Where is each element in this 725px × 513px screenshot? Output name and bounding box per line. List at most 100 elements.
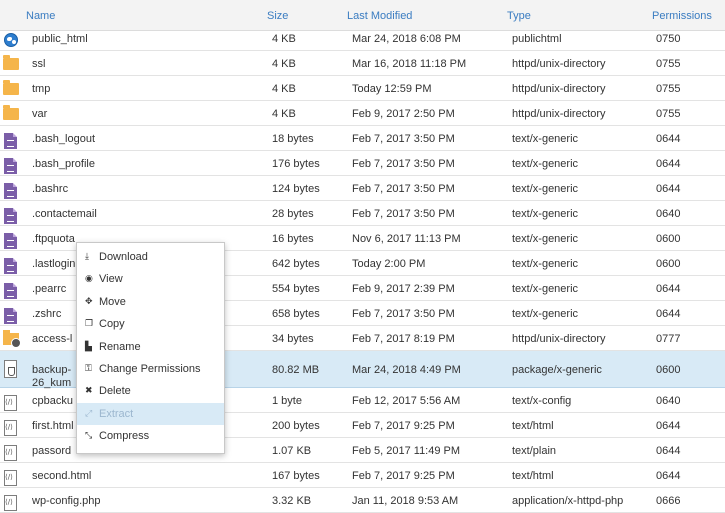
file-permissions: 0644 xyxy=(656,308,681,320)
file-size: 80.82 MB xyxy=(272,364,320,376)
file-row[interactable]: .bash_profile 176 bytes Feb 7, 2017 3:50 P… xyxy=(0,151,725,176)
code-file-icon xyxy=(4,420,17,436)
document-icon xyxy=(4,208,17,224)
file-permissions: 0644 xyxy=(656,183,681,195)
column-header-name[interactable]: Name xyxy=(26,10,55,22)
file-modified: Feb 7, 2017 3:50 PM xyxy=(352,183,455,195)
document-icon xyxy=(4,258,17,274)
file-row[interactable]: second.html 167 bytes Feb 7, 2017 9:25 PM t… xyxy=(0,463,725,488)
context-menu-item-label: Extract xyxy=(99,407,134,420)
file-modified: Jan 11, 2018 9:53 AM xyxy=(352,495,459,507)
context-menu-item-label: Copy xyxy=(99,318,125,331)
file-permissions: 0666 xyxy=(656,495,681,507)
column-header-permissions[interactable]: Permissions xyxy=(652,10,712,22)
folder-icon xyxy=(3,55,19,70)
context-menu-item-copy[interactable]: ❐ Copy xyxy=(77,313,224,335)
context-menu-item-rename[interactable]: ▙ Rename xyxy=(77,336,224,358)
context-menu-item-label: Rename xyxy=(99,340,141,353)
file-row[interactable]: var 4 KB Feb 9, 2017 2:50 PM httpd/unix-dir… xyxy=(0,101,725,126)
move-icon: ✥ xyxy=(85,296,93,307)
file-type: httpd/unix-directory xyxy=(512,58,606,70)
extract-icon: ⤢ xyxy=(85,408,93,419)
file-name: cpbacku xyxy=(32,395,73,407)
file-size: 658 bytes xyxy=(272,308,320,320)
file-name: .bash_profile xyxy=(32,158,95,170)
compress-icon: ⤡ xyxy=(85,431,93,442)
file-modified: Mar 24, 2018 6:08 PM xyxy=(352,33,461,45)
file-row[interactable]: tmp 4 KB Today 12:59 PM httpd/unix-director… xyxy=(0,76,725,101)
file-type: text/plain xyxy=(512,445,557,457)
context-menu-item-delete[interactable]: ✖ Delete xyxy=(77,380,224,402)
file-modified: Feb 7, 2017 8:19 PM xyxy=(352,333,455,345)
file-modified: Today 12:59 PM xyxy=(352,83,432,95)
file-type: httpd/unix-directory xyxy=(512,108,606,120)
file-name: .ftpquota xyxy=(32,233,75,245)
file-modified: Feb 9, 2017 2:39 PM xyxy=(352,283,455,295)
context-menu-item-label: Compress xyxy=(99,430,150,443)
file-type: text/x-generic xyxy=(512,133,579,145)
delete-icon: ✖ xyxy=(85,386,93,397)
file-modified: Mar 24, 2018 4:49 PM xyxy=(352,364,461,376)
file-name: tmp xyxy=(32,83,51,95)
file-row[interactable]: .bashrc 124 bytes Feb 7, 2017 3:50 PM text/… xyxy=(0,176,725,201)
context-menu-item-move[interactable]: ✥ Move xyxy=(77,291,224,313)
document-icon xyxy=(4,158,17,174)
column-header-last-modified[interactable]: Last Modified xyxy=(347,10,412,22)
context-menu-item-label: Move xyxy=(99,295,126,308)
document-icon xyxy=(4,183,17,199)
file-name: .pearrc xyxy=(32,283,67,295)
package-icon xyxy=(4,360,17,378)
context-menu-item-view[interactable]: ◉ View xyxy=(77,268,224,290)
file-size: 28 bytes xyxy=(272,208,314,220)
file-size: 4 KB xyxy=(272,108,296,120)
context-menu-item-compress[interactable]: ⤡ Compress xyxy=(77,425,224,447)
folder-icon xyxy=(3,105,19,120)
file-permissions: 0644 xyxy=(656,470,681,482)
file-type: application/x-httpd-php xyxy=(512,495,624,507)
file-size: 34 bytes xyxy=(272,333,314,345)
context-menu-item-extract[interactable]: ⤢ Extract xyxy=(77,402,224,426)
file-size: 4 KB xyxy=(272,33,296,45)
file-row[interactable]: wp-config.php 3.32 KB Jan 11, 2018 9:53 AM… xyxy=(0,488,725,513)
globe-icon xyxy=(4,33,18,47)
context-menu-item-download[interactable]: ⤓ Download xyxy=(77,246,224,268)
file-type: package/x-generic xyxy=(512,364,602,376)
file-size: 3.32 KB xyxy=(272,495,312,507)
file-permissions: 0777 xyxy=(656,333,681,345)
file-size: 4 KB xyxy=(272,83,296,95)
file-permissions: 0640 xyxy=(656,208,681,220)
file-name: .zshrc xyxy=(32,308,62,320)
rename-icon: ▙ xyxy=(85,341,92,352)
file-row[interactable]: public_html 4 KB Mar 24, 2018 6:08 PM publi… xyxy=(0,26,725,51)
file-permissions: 0755 xyxy=(656,83,681,95)
file-permissions: 0640 xyxy=(656,395,681,407)
context-menu-item-label: View xyxy=(99,273,123,286)
file-modified: Feb 7, 2017 3:50 PM xyxy=(352,158,455,170)
file-row[interactable]: ssl 4 KB Mar 16, 2018 11:18 PM httpd/unix-d… xyxy=(0,51,725,76)
file-size: 4 KB xyxy=(272,58,296,70)
folder-link-icon xyxy=(3,330,21,348)
code-file-icon xyxy=(4,495,17,511)
folder-icon xyxy=(3,80,19,95)
column-header-type[interactable]: Type xyxy=(507,10,531,22)
column-header-size[interactable]: Size xyxy=(267,10,288,22)
file-modified: Feb 5, 2017 11:49 PM xyxy=(352,445,461,457)
file-modified: Nov 6, 2017 11:13 PM xyxy=(352,233,461,245)
document-icon xyxy=(4,283,17,299)
file-permissions: 0644 xyxy=(656,133,681,145)
file-row[interactable]: .bash_logout 18 bytes Feb 7, 2017 3:50 PM t… xyxy=(0,126,725,151)
file-modified: Feb 7, 2017 9:25 PM xyxy=(352,420,455,432)
file-size: 554 bytes xyxy=(272,283,320,295)
context-menu-item-change-permissions[interactable]: ⚿ Change Permissions xyxy=(77,358,224,380)
file-permissions: 0600 xyxy=(656,233,681,245)
context-menu-item-label: Change Permissions xyxy=(99,362,201,375)
file-type: text/x-generic xyxy=(512,308,579,320)
file-modified: Feb 12, 2017 5:56 AM xyxy=(352,395,461,407)
file-permissions: 0644 xyxy=(656,445,681,457)
file-type: text/x-generic xyxy=(512,258,579,270)
file-row[interactable]: .contactemail 28 bytes Feb 7, 2017 3:50 PM… xyxy=(0,201,725,226)
file-type: httpd/unix-directory xyxy=(512,83,606,95)
context-menu: ⤓ Download ◉ View ✥ Move ❐ Copy ▙ Rename ⚿ Change P… xyxy=(76,242,225,454)
file-name: passord xyxy=(32,445,72,457)
file-name: wp-config.php xyxy=(32,495,101,507)
